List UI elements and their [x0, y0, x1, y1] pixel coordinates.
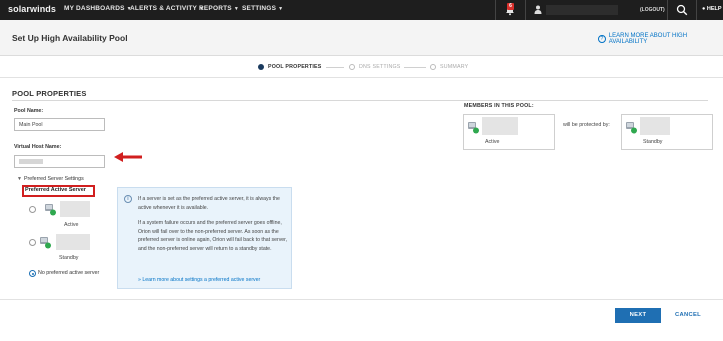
info-icon: i — [124, 195, 132, 203]
step-connector — [326, 67, 344, 68]
user-icon — [534, 5, 542, 14]
logout-link[interactable]: (LOGOUT) — [640, 7, 665, 13]
nav-alerts-activity[interactable]: ALERTS & ACTIVITY ▼ — [130, 5, 204, 12]
server-online-icon — [40, 237, 51, 249]
server-online-icon — [45, 204, 56, 216]
nav-divider — [667, 0, 668, 20]
section-divider — [12, 100, 708, 101]
red-arrow-annotation — [114, 152, 142, 162]
notification-badge: 6 — [507, 3, 514, 10]
username-redacted — [546, 5, 618, 15]
user-menu[interactable]: (LOGOUT) — [530, 3, 665, 17]
learn-more-ha-link[interactable]: ? LEARN MORE ABOUT HIGH AVAILABILITY — [598, 33, 723, 45]
step-indicator — [349, 64, 355, 70]
member-state-label: Standby — [643, 139, 663, 145]
top-navigation-bar: solarwinds MY DASHBOARDS ▼ ALERTS & ACTIV… — [0, 0, 723, 20]
help-icon: ● — [702, 6, 706, 12]
server-name-redacted — [640, 117, 670, 135]
nav-divider — [525, 0, 526, 20]
member-card-standby: Standby — [621, 114, 713, 150]
help-menu[interactable]: ● HELP — [702, 6, 722, 12]
collapse-triangle-icon: ▼ — [17, 176, 22, 182]
nav-my-dashboards[interactable]: MY DASHBOARDS ▼ — [64, 5, 132, 12]
info-panel: i If a server is set as the preferred ac… — [117, 187, 292, 289]
server-name-redacted — [60, 201, 90, 217]
radio-standby-server[interactable] — [29, 239, 36, 246]
solarwinds-logo[interactable]: solarwinds — [8, 4, 56, 14]
protected-by-label: will be protected by: — [563, 122, 610, 128]
page-title: Set Up High Availability Pool — [12, 33, 128, 43]
learn-more-preferred-link[interactable]: » Learn more about settings a preferred … — [138, 277, 260, 283]
preferred-active-server-label: Preferred Active Server — [25, 187, 86, 193]
server-online-icon — [468, 122, 479, 134]
step-pool-properties: POOL PROPERTIES — [258, 64, 322, 70]
bell-icon[interactable]: 6 — [505, 3, 515, 16]
virtual-host-input[interactable] — [14, 155, 105, 168]
radio-no-preferred[interactable] — [29, 270, 36, 277]
member-card-active: Active — [463, 114, 555, 150]
step-summary: SUMMARY — [430, 64, 468, 70]
member-state-label: Active — [485, 139, 500, 145]
virtual-host-label: Virtual Host Name: — [14, 144, 62, 150]
wizard-steps: POOL PROPERTIES DNS SETTINGS SUMMARY — [0, 56, 723, 78]
step-dns-settings: DNS SETTINGS — [349, 64, 401, 70]
server-name-redacted — [56, 234, 90, 250]
nav-divider — [495, 0, 496, 20]
no-preferred-label: No preferred active server — [38, 270, 100, 276]
nav-reports[interactable]: REPORTS ▼ — [199, 5, 239, 12]
preferred-server-settings-toggle[interactable]: ▼ Preferred Server Settings — [17, 176, 84, 182]
server-name-redacted — [482, 117, 518, 135]
server-state-label: Standby — [59, 255, 79, 261]
redacted-value — [19, 159, 43, 165]
wizard-footer: NEXT CANCEL — [0, 300, 723, 341]
next-button[interactable]: NEXT — [615, 308, 661, 323]
nav-settings[interactable]: SETTINGS ▼ — [242, 5, 283, 12]
info-paragraph-1: If a server is set as the preferred acti… — [138, 196, 280, 211]
pool-name-label: Pool Name: — [14, 108, 44, 114]
radio-active-server[interactable] — [29, 206, 36, 213]
members-label: MEMBERS IN THIS POOL: — [464, 103, 534, 109]
cancel-button[interactable]: CANCEL — [675, 312, 701, 318]
pool-name-input[interactable]: Main Pool — [14, 118, 105, 131]
question-icon: ? — [598, 35, 606, 43]
page-header: Set Up High Availability Pool ? LEARN MO… — [0, 20, 723, 56]
step-indicator — [258, 64, 264, 70]
nav-divider — [696, 0, 697, 20]
section-title: POOL PROPERTIES — [12, 89, 87, 98]
step-connector — [404, 67, 426, 68]
step-indicator — [430, 64, 436, 70]
search-icon[interactable] — [676, 4, 688, 16]
info-paragraph-2: If a system failure occurs and the prefe… — [138, 220, 288, 252]
server-state-label: Active — [64, 222, 79, 228]
server-online-icon — [626, 122, 637, 134]
